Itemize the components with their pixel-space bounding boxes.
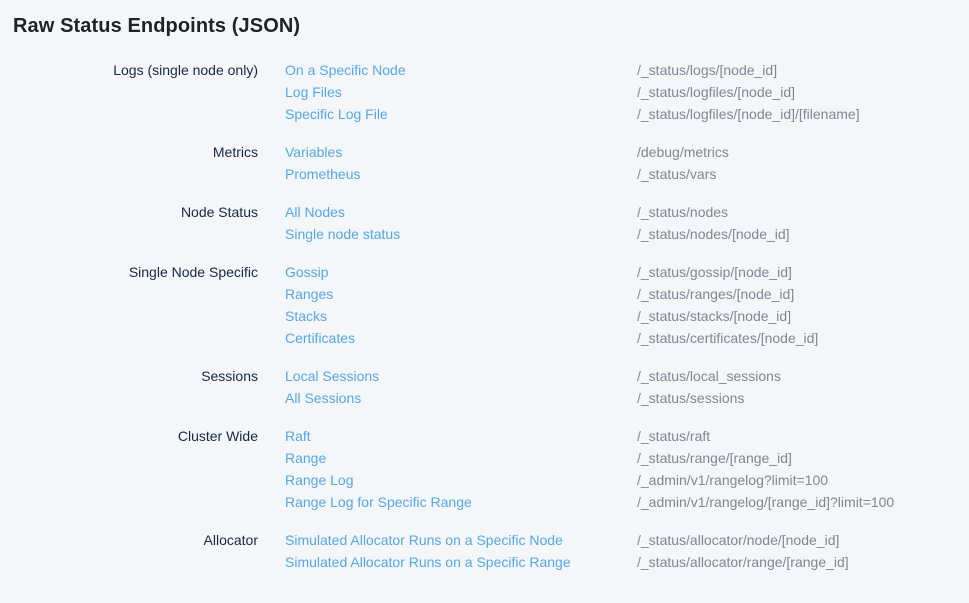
endpoint-link[interactable]: Single node status [285, 223, 610, 245]
endpoint-path: /_status/vars [637, 163, 953, 185]
endpoint-path: /_status/range/[range_id] [637, 447, 953, 469]
endpoints-column: /_status/local_sessions/_status/sessions [637, 365, 953, 409]
endpoint-section: Node Status All NodesSingle node status … [13, 201, 953, 245]
endpoints-column: /_status/nodes/_status/nodes/[node_id] [637, 201, 953, 245]
endpoint-link[interactable]: Certificates [285, 327, 610, 349]
endpoint-path: /_status/nodes [637, 201, 953, 223]
endpoint-path: /_status/logfiles/[node_id] [637, 81, 953, 103]
category-label: Cluster Wide [13, 425, 258, 513]
endpoint-path: /_status/logs/[node_id] [637, 59, 953, 81]
endpoint-link[interactable]: All Nodes [285, 201, 610, 223]
endpoint-link[interactable]: Range Log for Specific Range [285, 491, 610, 513]
links-column: RaftRangeRange LogRange Log for Specific… [285, 425, 610, 513]
category-label: Single Node Specific [13, 261, 258, 349]
endpoint-section: Logs (single node only) On a Specific No… [13, 59, 953, 125]
endpoint-path: /_status/allocator/range/[range_id] [637, 551, 953, 573]
endpoint-path: /_status/ranges/[node_id] [637, 283, 953, 305]
endpoint-link[interactable]: Log Files [285, 81, 610, 103]
endpoint-section: Sessions Local SessionsAll Sessions /_st… [13, 365, 953, 409]
endpoint-section: Cluster Wide RaftRangeRange LogRange Log… [13, 425, 953, 513]
endpoint-path: /_status/raft [637, 425, 953, 447]
endpoints-column: /_status/gossip/[node_id]/_status/ranges… [637, 261, 953, 349]
endpoint-path: /_admin/v1/rangelog/[range_id]?limit=100 [637, 491, 953, 513]
links-column: All NodesSingle node status [285, 201, 610, 245]
endpoint-link[interactable]: Stacks [285, 305, 610, 327]
endpoints-column: /_status/raft/_status/range/[range_id]/_… [637, 425, 953, 513]
endpoint-path: /_status/nodes/[node_id] [637, 223, 953, 245]
endpoint-link[interactable]: Variables [285, 141, 610, 163]
endpoint-path: /_status/certificates/[node_id] [637, 327, 953, 349]
category-label: Node Status [13, 201, 258, 245]
endpoint-link[interactable]: Simulated Allocator Runs on a Specific R… [285, 551, 610, 573]
endpoints-column: /_status/logs/[node_id]/_status/logfiles… [637, 59, 953, 125]
links-column: On a Specific NodeLog FilesSpecific Log … [285, 59, 610, 125]
endpoint-path: /_status/sessions [637, 387, 953, 409]
category-label: Allocator [13, 529, 258, 573]
endpoint-path: /_status/stacks/[node_id] [637, 305, 953, 327]
endpoint-path: /debug/metrics [637, 141, 953, 163]
endpoints-column: /debug/metrics/_status/vars [637, 141, 953, 185]
endpoint-link[interactable]: Raft [285, 425, 610, 447]
endpoint-section: Metrics VariablesPrometheus /debug/metri… [13, 141, 953, 185]
page-title: Raw Status Endpoints (JSON) [13, 14, 953, 38]
endpoint-link[interactable]: All Sessions [285, 387, 610, 409]
links-column: Simulated Allocator Runs on a Specific N… [285, 529, 610, 573]
endpoint-link[interactable]: Simulated Allocator Runs on a Specific N… [285, 529, 610, 551]
endpoint-link[interactable]: Range [285, 447, 610, 469]
endpoint-link[interactable]: Local Sessions [285, 365, 610, 387]
links-column: Local SessionsAll Sessions [285, 365, 610, 409]
endpoint-section: Allocator Simulated Allocator Runs on a … [13, 529, 953, 573]
endpoint-section: Single Node Specific GossipRangesStacksC… [13, 261, 953, 349]
endpoint-link[interactable]: Gossip [285, 261, 610, 283]
links-column: GossipRangesStacksCertificates [285, 261, 610, 349]
endpoint-link[interactable]: Range Log [285, 469, 610, 491]
links-column: VariablesPrometheus [285, 141, 610, 185]
endpoint-sections: Logs (single node only) On a Specific No… [13, 59, 953, 573]
endpoint-path: /_status/logfiles/[node_id]/[filename] [637, 103, 953, 125]
endpoint-link[interactable]: Ranges [285, 283, 610, 305]
endpoint-link[interactable]: Specific Log File [285, 103, 610, 125]
endpoint-path: /_status/local_sessions [637, 365, 953, 387]
endpoint-path: /_status/allocator/node/[node_id] [637, 529, 953, 551]
raw-status-endpoints-page: Raw Status Endpoints (JSON) Logs (single… [0, 0, 969, 573]
endpoint-link[interactable]: Prometheus [285, 163, 610, 185]
endpoints-column: /_status/allocator/node/[node_id]/_statu… [637, 529, 953, 573]
endpoint-link[interactable]: On a Specific Node [285, 59, 610, 81]
category-label: Metrics [13, 141, 258, 185]
category-label: Logs (single node only) [13, 59, 258, 125]
endpoint-path: /_admin/v1/rangelog?limit=100 [637, 469, 953, 491]
category-label: Sessions [13, 365, 258, 409]
endpoint-path: /_status/gossip/[node_id] [637, 261, 953, 283]
